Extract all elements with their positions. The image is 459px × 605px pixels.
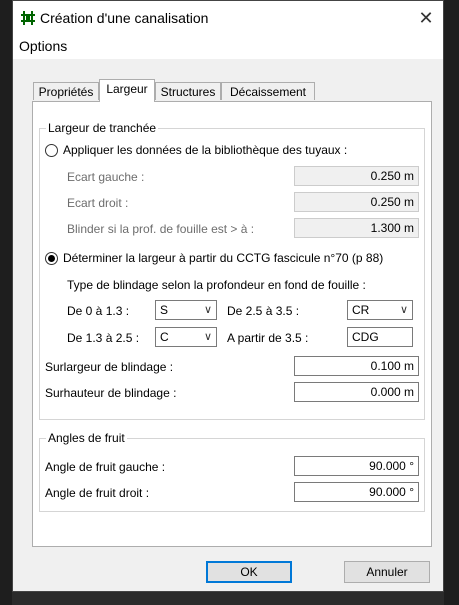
tab-largeur[interactable]: Largeur — [99, 79, 155, 102]
de13-label: De 1.3 à 2.5 : — [67, 331, 140, 345]
window-title: Création d'une canalisation — [40, 10, 209, 26]
radio-cctg[interactable] — [45, 252, 58, 265]
angle-droit-field[interactable]: 90.000 ° — [294, 482, 419, 502]
angle-gauche-label: Angle de fruit gauche : — [45, 460, 166, 474]
title-bar: Création d'une canalisation ✕ — [13, 1, 443, 35]
tab-structures[interactable]: Structures — [155, 82, 221, 100]
type-blindage-label: Type de blindage selon la profondeur en … — [67, 278, 366, 292]
tab-panel-largeur: Largeur de tranchée Appliquer les donnée… — [32, 101, 432, 547]
close-icon[interactable]: ✕ — [415, 7, 437, 29]
de25-select-value: CR — [352, 303, 370, 317]
de13-select-value: C — [160, 330, 169, 344]
pipe-app-icon — [21, 11, 35, 25]
dialog-shadow — [12, 592, 444, 605]
surlargeur-field[interactable]: 0.100 m — [294, 356, 419, 376]
dialog-window: Création d'une canalisation ✕ Options Pr… — [12, 0, 444, 592]
surhauteur-field[interactable]: 0.000 m — [294, 382, 419, 402]
ok-button[interactable]: OK — [206, 561, 292, 583]
de0-select-value: S — [160, 303, 169, 317]
ecart-droit-label: Ecart droit : — [67, 196, 129, 210]
chevron-down-icon: ∨ — [399, 304, 408, 316]
radio-cctg-label: Déterminer la largeur à partir du CCTG f… — [63, 251, 384, 265]
radio-cctg-dot — [48, 255, 55, 262]
tab-decaissement[interactable]: Décaissement — [221, 82, 315, 100]
group-largeur-label: Largeur de tranchée — [46, 121, 159, 135]
surlargeur-label: Surlargeur de blindage : — [45, 360, 174, 374]
radio-bibliotheque-label: Appliquer les données de la bibliothèque… — [63, 143, 348, 157]
ecart-gauche-field[interactable]: 0.250 m — [294, 166, 419, 186]
apartir-field[interactable]: CDG — [347, 327, 413, 347]
apartir-label: A partir de 3.5 : — [227, 331, 309, 345]
radio-bibliotheque[interactable] — [45, 144, 58, 157]
chevron-down-icon: ∨ — [203, 304, 212, 316]
group-angles-label: Angles de fruit — [46, 431, 127, 445]
de13-select[interactable]: C ∨ — [155, 327, 217, 347]
blinder-field[interactable]: 1.300 m — [294, 218, 419, 238]
cancel-button[interactable]: Annuler — [344, 561, 430, 583]
menu-options[interactable]: Options — [19, 38, 67, 54]
de25-select[interactable]: CR ∨ — [347, 300, 413, 320]
de25-label: De 2.5 à 3.5 : — [227, 304, 300, 318]
chevron-down-icon: ∨ — [203, 331, 212, 343]
de0-label: De 0 à 1.3 : — [67, 304, 130, 318]
blinder-label: Blinder si la prof. de fouille est > à : — [67, 222, 255, 236]
surhauteur-label: Surhauteur de blindage : — [45, 386, 177, 400]
ecart-droit-field[interactable]: 0.250 m — [294, 192, 419, 212]
de0-select[interactable]: S ∨ — [155, 300, 217, 320]
tab-proprietes[interactable]: Propriétés — [33, 82, 99, 100]
menu-bar: Options — [13, 35, 443, 59]
angle-droit-label: Angle de fruit droit : — [45, 486, 150, 500]
ecart-gauche-label: Ecart gauche : — [67, 170, 145, 184]
angle-gauche-field[interactable]: 90.000 ° — [294, 456, 419, 476]
